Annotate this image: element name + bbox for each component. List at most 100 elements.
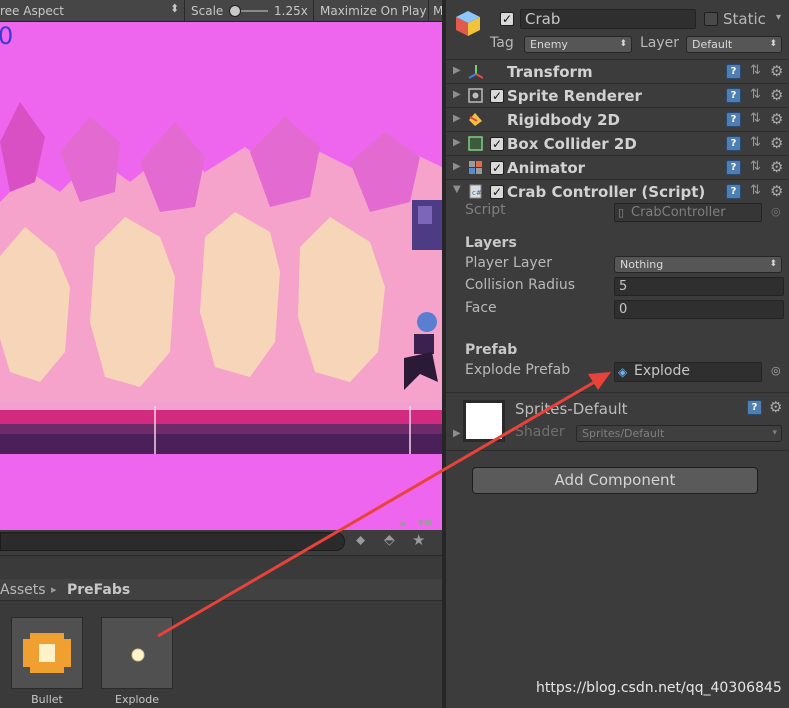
component-transform[interactable]: ▶ Transform ? ⇅ ⚙	[446, 59, 789, 83]
gear-icon[interactable]: ⚙	[770, 160, 783, 175]
filter-by-type-icon[interactable]: ⬥	[356, 533, 365, 548]
explode-prefab-label: Explode Prefab	[465, 362, 571, 378]
prefab-header: Prefab	[465, 342, 518, 358]
aspect-dropdown[interactable]: ree Aspect	[0, 4, 64, 18]
collision-radius-label: Collision Radius	[465, 277, 576, 293]
scale-slider-handle[interactable]	[229, 5, 241, 17]
presets-icon[interactable]: ⇅	[750, 160, 764, 174]
layer-dropdown[interactable]: Default ⬍	[686, 36, 782, 53]
game-view[interactable]: 0	[0, 22, 442, 530]
game-scene	[0, 102, 442, 454]
foldout-arrow-icon[interactable]: ▶	[453, 89, 461, 100]
collision-radius-field[interactable]: 5	[614, 277, 784, 296]
explode-prefab-field[interactable]: ◈ Explode	[614, 362, 762, 382]
foldout-expanded-arrow-icon[interactable]: ▼	[453, 184, 461, 195]
ground-top	[0, 402, 442, 410]
static-checkbox[interactable]	[704, 12, 718, 26]
component-sprite-renderer[interactable]: ▶ ✓ Sprite Renderer ? ⇅ ⚙	[446, 83, 789, 107]
player-layer-label: Player Layer	[465, 255, 553, 271]
maximize-on-play-toggle[interactable]: Maximize On Play	[320, 4, 427, 18]
help-icon[interactable]: ?	[726, 136, 741, 151]
component-title: Animator	[507, 159, 586, 177]
layer-value: Default	[692, 38, 733, 51]
breadcrumb-prefabs[interactable]: PreFabs	[67, 582, 130, 598]
add-component-button[interactable]: Add Component	[472, 467, 758, 494]
foldout-arrow-icon[interactable]: ▶	[453, 65, 461, 76]
presets-icon[interactable]: ⇅	[750, 112, 764, 126]
object-picker-icon[interactable]: ◎	[771, 364, 781, 377]
gear-icon[interactable]: ⚙	[769, 400, 782, 415]
toolbar-divider	[428, 0, 429, 22]
help-icon[interactable]: ?	[726, 112, 741, 127]
player-head	[417, 312, 437, 332]
tag-dropdown[interactable]: Enemy ⬍	[524, 36, 632, 53]
foldout-arrow-icon[interactable]: ▶	[453, 113, 461, 124]
transform-axes-icon	[468, 65, 483, 79]
component-title: Sprite Renderer	[507, 87, 642, 105]
search-input[interactable]	[0, 532, 345, 551]
enabled-checkbox[interactable]: ✓	[490, 137, 504, 151]
panel-menu-icon[interactable]: ▾≡	[418, 516, 433, 529]
component-crab-controller[interactable]: ▼ c# ✓ Crab Controller (Script) ? ⇅ ⚙	[446, 179, 789, 203]
project-panel: ⬥ ⬘ ★ 🔒︎ ▾≡ Assets ▸ PreFabs Bullet Expl…	[0, 516, 442, 708]
enabled-checkbox[interactable]: ✓	[490, 89, 504, 103]
component-title: Crab Controller (Script)	[507, 183, 706, 201]
gear-icon[interactable]: ⚙	[770, 88, 783, 103]
player-layer-dropdown[interactable]: Nothing ⬍	[614, 256, 782, 273]
enabled-checkbox[interactable]: ✓	[490, 161, 504, 175]
dropdown-arrow-icon: ⬍	[619, 39, 627, 49]
help-icon[interactable]: ?	[726, 88, 741, 103]
asset-tile-bullet[interactable]	[11, 617, 83, 689]
favorite-star-icon[interactable]: ★	[412, 531, 425, 549]
component-rigidbody-2d[interactable]: ▶ Rigidbody 2D ? ⇅ ⚙	[446, 107, 789, 131]
enabled-checkbox[interactable]: ✓	[490, 185, 504, 199]
breadcrumb-assets[interactable]: Assets	[0, 582, 46, 598]
gear-icon[interactable]: ⚙	[770, 184, 783, 199]
foldout-arrow-icon[interactable]: ▶	[453, 161, 461, 172]
breadcrumb-separator-icon: ▸	[51, 583, 57, 596]
foldout-arrow-icon[interactable]: ▶	[453, 137, 461, 148]
material-name: Sprites-Default	[515, 400, 628, 418]
explode-prefab-icon	[131, 648, 145, 662]
help-icon[interactable]: ?	[726, 64, 741, 79]
layers-header: Layers	[465, 235, 517, 251]
object-name-field[interactable]: Crab	[520, 9, 696, 29]
explode-prefab-value: Explode	[634, 363, 690, 379]
script-icon: c#	[469, 184, 482, 199]
help-icon[interactable]: ?	[726, 160, 741, 175]
game-view-toolbar: ree Aspect ⬍ Scale 1.25x Maximize On Pla…	[0, 0, 443, 22]
foldout-arrow-icon[interactable]: ▶	[453, 428, 461, 439]
filter-by-label-icon[interactable]: ⬘	[384, 532, 395, 548]
presets-icon[interactable]: ⇅	[750, 88, 764, 102]
presets-icon[interactable]: ⇅	[750, 64, 764, 78]
watermark: https://blog.csdn.net/qq_40306845	[536, 680, 782, 696]
prefab-cube-icon: ◈	[618, 365, 628, 379]
aspect-dropdown-arrow-icon[interactable]: ⬍	[170, 2, 179, 15]
gear-icon[interactable]: ⚙	[770, 64, 783, 79]
box-collider-icon	[468, 136, 483, 151]
presets-icon[interactable]: ⇅	[750, 136, 764, 150]
script-value: CrabController	[631, 205, 726, 220]
component-box-collider-2d[interactable]: ▶ ✓ Box Collider 2D ? ⇅ ⚙	[446, 131, 789, 155]
ground-shadow	[0, 434, 442, 454]
component-title: Box Collider 2D	[507, 135, 637, 153]
material-swatch	[466, 403, 502, 439]
asset-tile-explode[interactable]	[101, 617, 173, 689]
dropdown-arrow-icon: ⬍	[769, 39, 777, 49]
help-icon[interactable]: ?	[747, 400, 762, 415]
shader-label: Shader	[515, 424, 565, 440]
rigidbody-icon	[469, 113, 482, 126]
script-file-icon: ▯	[618, 206, 625, 219]
crystal-highlight	[418, 206, 432, 224]
component-animator[interactable]: ▶ ✓ Animator ? ⇅ ⚙	[446, 155, 789, 179]
static-dropdown-arrow-icon[interactable]: ▾	[776, 12, 781, 23]
presets-icon[interactable]: ⇅	[750, 184, 764, 198]
active-checkbox[interactable]: ✓	[500, 12, 514, 26]
gear-icon[interactable]: ⚙	[770, 136, 783, 151]
face-field[interactable]: 0	[614, 300, 784, 319]
scale-value: 1.25x	[274, 4, 308, 18]
help-icon[interactable]: ?	[726, 184, 741, 199]
gear-icon[interactable]: ⚙	[770, 112, 783, 127]
lock-icon[interactable]: 🔒︎	[400, 516, 406, 530]
face-label: Face	[465, 300, 497, 316]
